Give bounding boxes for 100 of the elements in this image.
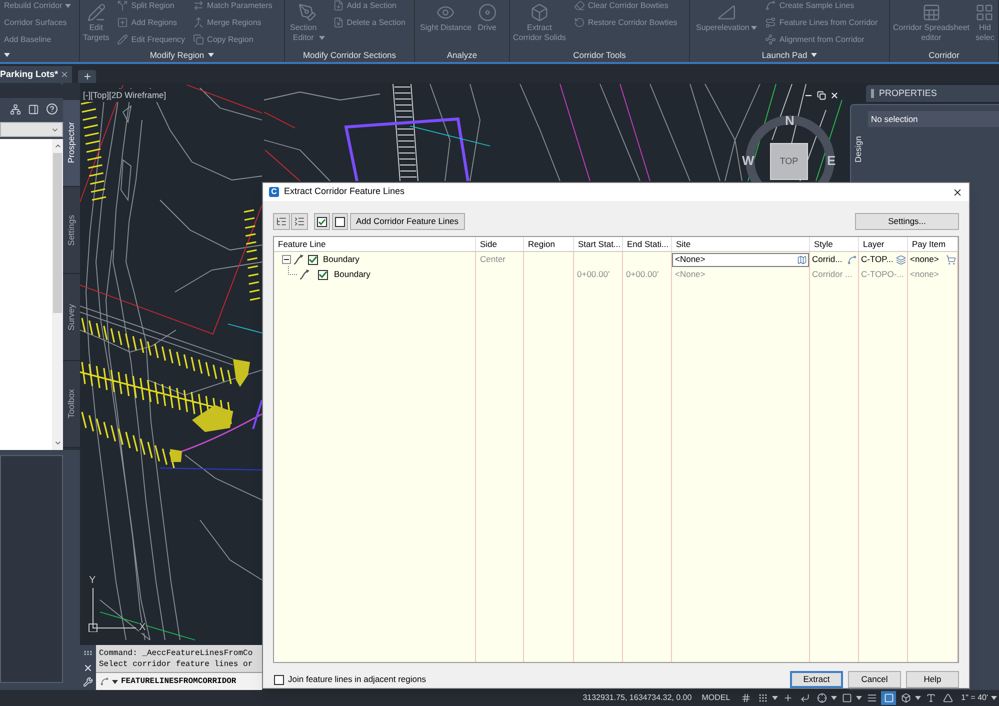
route-icon [765, 17, 776, 28]
ribbon-button[interactable]: Match Parameters [193, 0, 272, 14]
help-icon[interactable] [46, 103, 58, 115]
layer-picker[interactable]: C-TOP... [861, 253, 907, 266]
checkbox-label[interactable]: Join feature lines in adjacent regions [288, 673, 426, 686]
ribbon-button[interactable]: Alignment from Corridor [765, 31, 878, 48]
selection-dropdown[interactable]: No selection [868, 111, 999, 127]
uncheck-all-button[interactable] [332, 213, 348, 230]
style-picker[interactable]: Corrid... [812, 253, 858, 266]
viewport-controls-label[interactable]: [-][Top][2D Wireframe] [83, 89, 166, 102]
toolspace-tab[interactable]: Prospector [63, 100, 80, 187]
compass-east-label[interactable]: E [827, 154, 836, 167]
layer-value: C-TOPO-... [861, 268, 904, 281]
ribbon-button[interactable]: Delete a Section [332, 14, 406, 31]
dialog-button[interactable]: Help [906, 671, 959, 688]
status-toggle[interactable] [881, 691, 896, 705]
ribbon-button[interactable]: Edit Frequency [117, 31, 186, 48]
model-space-button[interactable]: MODEL [702, 692, 730, 704]
column-header[interactable]: Layer [859, 237, 908, 251]
panel-title: Corridor Tools [573, 48, 626, 62]
ribbon-button[interactable]: Copy Region [193, 31, 272, 48]
panel-title-button[interactable]: Modify Region [150, 48, 214, 62]
checkbox[interactable] [308, 254, 318, 264]
dialog-button[interactable]: Extract [790, 671, 843, 688]
dialog-button[interactable]: Cancel [848, 671, 901, 688]
expand-toggle[interactable] [282, 255, 291, 264]
ribbon-button[interactable]: Clear Corridor Bowties [574, 0, 678, 14]
column-header[interactable]: End Stati... [623, 237, 672, 251]
ribbon-button[interactable]: Hid selec [975, 0, 994, 48]
add-feature-lines-button[interactable]: Add Corridor Feature Lines [350, 213, 465, 230]
ribbon-button[interactable]: Corridor Spreadsheet editor [893, 0, 970, 48]
toolspace-tab[interactable]: Settings [63, 187, 80, 274]
square-icon [884, 693, 894, 703]
caret-down-icon [856, 696, 862, 700]
restore-icon[interactable] [817, 91, 826, 100]
scroll-up-icon[interactable] [54, 142, 62, 150]
scroll-down-icon[interactable] [54, 439, 62, 447]
close-icon [952, 186, 962, 198]
new-tab-button[interactable] [78, 70, 96, 83]
checkbox[interactable] [318, 270, 328, 280]
checkbox[interactable] [274, 674, 284, 684]
type-icon [926, 693, 936, 703]
hierarchy-icon[interactable] [10, 104, 21, 114]
ribbon-button[interactable]: Superelevation [696, 0, 758, 48]
panel-title-button[interactable]: Launch Pad [762, 48, 818, 62]
caret-down-icon [991, 696, 997, 700]
ribbon-button[interactable]: Extract Corridor Solids [513, 0, 566, 48]
expand-all-button[interactable] [273, 213, 290, 230]
viewcube-face[interactable]: TOP [770, 143, 808, 180]
ribbon-button[interactable]: Drive [478, 0, 497, 48]
ribbon-button[interactable]: Split Region [117, 0, 186, 14]
tree-line [288, 266, 297, 275]
panel-icon[interactable] [28, 104, 39, 114]
ribbon-button[interactable]: Add Baseline [4, 31, 72, 48]
site-dropdown[interactable]: <None> [672, 252, 809, 266]
settings-button[interactable]: Settings... [855, 213, 959, 230]
caret-down-icon [112, 680, 118, 684]
wrench-icon[interactable] [83, 677, 93, 687]
panel-title: Analyze [446, 48, 478, 62]
column-header[interactable]: Site [672, 237, 810, 251]
ribbon-button[interactable]: Sight Distance [420, 0, 472, 48]
ribbon-button[interactable]: Rebuild Corridor [4, 0, 72, 14]
collapse-all-button[interactable] [291, 213, 308, 230]
ucs-x-label: X [139, 623, 146, 633]
column-header[interactable]: Pay Item [908, 237, 958, 251]
copy-icon [193, 34, 204, 45]
disc-icon [478, 3, 497, 22]
toolspace-tab[interactable]: Survey [63, 274, 80, 361]
ribbon-button[interactable]: Section Editor [290, 0, 325, 48]
document-tab[interactable]: Parking Lots* [0, 66, 72, 83]
toolspace-tab[interactable]: Toolbox [63, 361, 80, 448]
scrollbar-thumb[interactable] [53, 153, 62, 313]
pay-item-picker[interactable]: <none> [910, 253, 957, 266]
panel-menu-button[interactable] [4, 53, 10, 57]
ribbon-button[interactable]: Add Regions [117, 14, 186, 31]
column-header[interactable]: Side [476, 237, 524, 251]
ribbon-button[interactable]: Corridor Surfaces [4, 14, 72, 31]
column-header[interactable]: Start Stat... [574, 237, 623, 251]
minus-icon [284, 257, 289, 262]
column-header[interactable]: Feature Line [274, 237, 476, 251]
rotate-icon [574, 17, 585, 28]
ribbon-button[interactable]: Restore Corridor Bowties [574, 14, 678, 31]
curve-arrow-icon [293, 254, 304, 265]
ribbon-button[interactable]: Feature Lines from Corridor [765, 14, 878, 31]
grip-icon[interactable] [871, 89, 874, 98]
check-all-button[interactable] [314, 213, 330, 230]
compass-north-label[interactable]: N [785, 114, 794, 127]
ribbon-button[interactable]: Add a Section [332, 0, 406, 14]
scrollbar[interactable] [52, 139, 63, 450]
ribbon-button[interactable]: Merge Regions [193, 14, 272, 31]
compass-west-label[interactable]: W [742, 154, 754, 167]
feature-line-name: Boundary [334, 268, 370, 281]
command-input-field[interactable]: FEATURELINESFROMCORRIDOR [96, 672, 262, 690]
scale-button[interactable]: 1" = 40' [961, 692, 997, 704]
grip-icon[interactable] [83, 648, 93, 658]
column-header[interactable]: Style [810, 237, 859, 251]
column-header[interactable]: Region [524, 237, 574, 251]
side-value: Center [480, 253, 506, 266]
ribbon-button[interactable]: Create Sample Lines [765, 0, 878, 14]
ribbon-button[interactable]: Edit Targets [83, 0, 110, 48]
